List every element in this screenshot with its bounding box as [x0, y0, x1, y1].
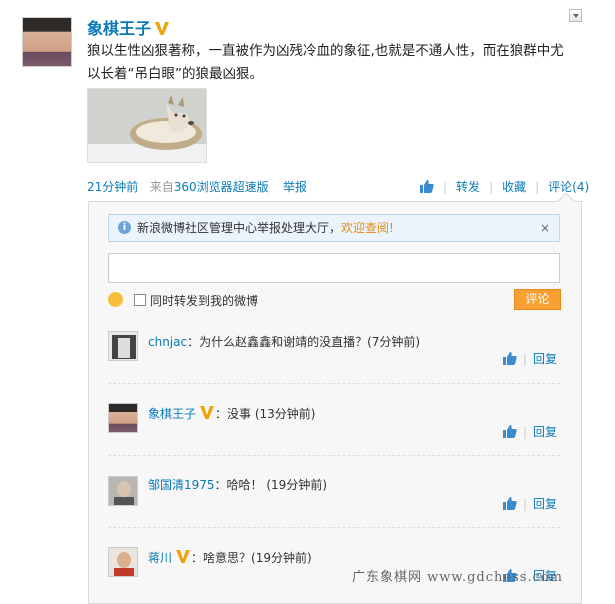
forward-link[interactable]: 转发 — [456, 178, 480, 195]
comment-text: ：哈哈！ (19分钟前) — [214, 478, 327, 492]
verified-icon — [176, 550, 191, 563]
comment-line: 象棋王子 ：没事 (13分钟前) — [148, 404, 315, 422]
emoji-icon[interactable] — [108, 292, 123, 307]
reply-link[interactable]: 回复 — [533, 352, 557, 366]
notice-bar: i 新浪微博社区管理中心举报处理大厅，欢迎查阅! × — [108, 214, 560, 242]
commenter-name[interactable]: 邹国清1975 — [148, 478, 215, 492]
comment-divider — [108, 383, 560, 384]
notice-link[interactable]: 欢迎查阅! — [341, 221, 394, 235]
comment-line: chnjac：为什么赵鑫鑫和谢靖的没直播？(7分钟前) — [148, 333, 420, 350]
post-text: 狼以生性凶狠著称，一直被作为凶残冷血的象征,也就是不通人性，而在狼群中尤 以长着… — [87, 40, 612, 86]
verified-icon — [155, 22, 170, 35]
commenter-name[interactable]: 象棋王子 — [148, 407, 196, 421]
reply-link[interactable]: 回复 — [533, 497, 557, 511]
submit-comment-button[interactable]: 评论 — [514, 289, 561, 310]
comment-actions: | 回复 — [503, 495, 557, 512]
post-image-wolf[interactable] — [87, 88, 207, 163]
comment-text: ：为什么赵鑫鑫和谢靖的没直播？(7分钟前) — [187, 335, 421, 349]
forward-checkbox[interactable] — [134, 294, 146, 306]
commenter-name[interactable]: chnjac — [148, 335, 187, 349]
commenter-avatar[interactable] — [108, 331, 138, 361]
post-actions: | 转发 | 收藏 | 评论(4) — [420, 178, 589, 195]
comment-text: ：啥意思？(19分钟前) — [191, 551, 312, 565]
post-text-line: 狼以生性凶狠著称，一直被作为凶残冷血的象征,也就是不通人性，而在狼群中尤 — [87, 43, 564, 59]
commenter-avatar[interactable] — [108, 476, 138, 506]
favorite-link[interactable]: 收藏 — [502, 178, 526, 195]
post-text-line: 以长着“吊白眼”的狼最凶狠。 — [87, 66, 263, 82]
comment-actions: | 回复 — [503, 423, 557, 440]
close-icon[interactable]: × — [540, 215, 550, 241]
post-meta: 21分钟前 来自360浏览器超速版 — [87, 178, 269, 195]
notice-text: 新浪微博社区管理中心举报处理大厅， — [137, 221, 342, 235]
weibo-post: 象棋王子 狼以生性凶狠著称，一直被作为凶残冷血的象征,也就是不通人性，而在狼群中… — [0, 0, 615, 604]
report-link[interactable]: 举报 — [283, 178, 307, 195]
verified-icon — [200, 406, 215, 419]
author-name[interactable]: 象棋王子 — [87, 19, 151, 38]
commenter-avatar[interactable] — [108, 403, 138, 433]
like-icon[interactable] — [503, 497, 517, 510]
comment-divider — [108, 455, 560, 456]
site-watermark: 广东象棋网 www.gdchess.com — [352, 570, 564, 585]
comment-line: 邹国清1975：哈哈！ (19分钟前) — [148, 476, 327, 493]
like-icon[interactable] — [420, 180, 434, 193]
post-source[interactable]: 360浏览器超速版 — [174, 180, 269, 194]
post-time[interactable]: 21分钟前 — [87, 180, 138, 194]
comment-input[interactable] — [108, 253, 560, 283]
comment-actions: | 回复 — [503, 350, 557, 367]
commenter-name[interactable]: 蒋川 — [148, 551, 172, 565]
author-name-row: 象棋王子 — [87, 15, 170, 39]
post-menu-dropdown[interactable] — [569, 9, 582, 22]
like-icon[interactable] — [503, 425, 517, 438]
comment-line: 蒋川 ：啥意思？(19分钟前) — [148, 548, 312, 566]
comment-text: ：没事 (13分钟前) — [215, 407, 316, 421]
commenter-avatar[interactable] — [108, 547, 138, 577]
reply-link[interactable]: 回复 — [533, 425, 557, 439]
comment-divider — [108, 527, 560, 528]
forward-checkbox-label[interactable]: 同时转发到我的微博 — [150, 292, 258, 309]
like-icon[interactable] — [503, 352, 517, 365]
source-prefix: 来自 — [149, 180, 174, 194]
info-icon: i — [118, 221, 131, 234]
author-avatar[interactable] — [22, 17, 72, 67]
comments-link[interactable]: 评论(4) — [548, 178, 589, 195]
